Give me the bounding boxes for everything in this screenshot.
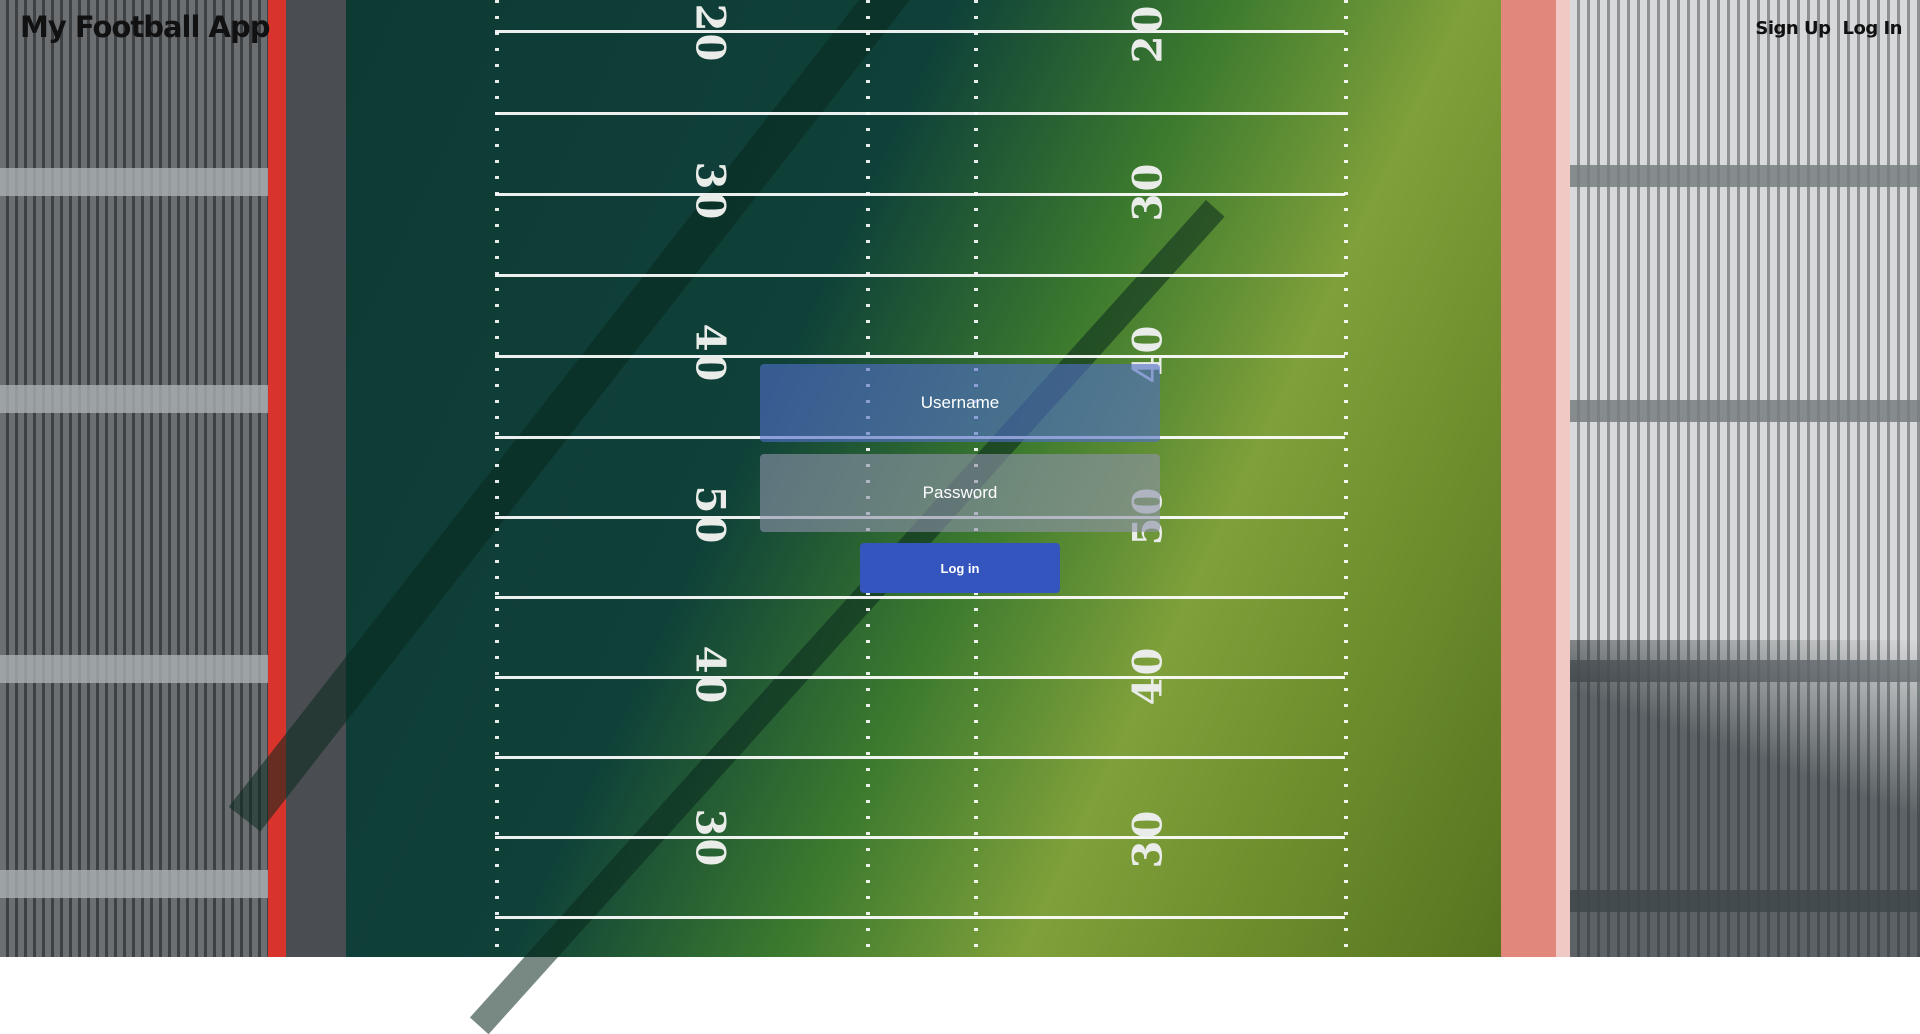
password-input[interactable] <box>760 454 1160 532</box>
bleacher-aisle <box>0 168 270 196</box>
yard-number-left: 40 <box>686 323 734 384</box>
sideline-hash-left <box>495 0 499 957</box>
username-input[interactable] <box>760 364 1160 442</box>
yard-number-left: 50 <box>686 485 734 546</box>
sign-up-link[interactable]: Sign Up <box>1755 18 1831 39</box>
yard-line <box>495 193 1345 196</box>
bleacher-aisle <box>0 385 270 413</box>
sideline-hash-right <box>1344 0 1348 957</box>
field-shadow <box>469 200 1225 1034</box>
yard-line <box>495 112 1345 115</box>
bleacher-aisle <box>0 655 270 683</box>
yard-number-right: 40 <box>1124 645 1172 706</box>
right-sideline-wall <box>1556 0 1570 957</box>
yard-number-left: 30 <box>686 808 734 869</box>
yard-number-right: 30 <box>1124 161 1172 222</box>
log-in-link[interactable]: Log In <box>1843 18 1903 39</box>
top-nav: Sign Up Log In <box>1755 18 1902 39</box>
yard-line <box>495 836 1345 839</box>
yard-number-left: 40 <box>686 645 734 706</box>
left-bleachers <box>0 0 270 957</box>
right-bleachers <box>1570 0 1920 957</box>
right-sideline <box>1501 0 1556 957</box>
app-title: My Football App <box>20 10 270 44</box>
yard-number-right: 30 <box>1124 808 1172 869</box>
yard-number-left: 20 <box>686 3 734 64</box>
left-walkway <box>286 0 346 957</box>
yard-number-left: 30 <box>686 161 734 222</box>
bleacher-aisle <box>1570 165 1920 187</box>
yard-line <box>495 756 1345 759</box>
login-button[interactable]: Log in <box>860 543 1060 593</box>
yard-line <box>495 676 1345 679</box>
yard-line <box>495 596 1345 599</box>
yard-line <box>495 916 1345 919</box>
bleacher-shadow <box>1570 640 1920 957</box>
login-form: Log in <box>760 364 1160 593</box>
bleacher-aisle <box>0 870 270 898</box>
yard-line <box>495 30 1345 33</box>
yard-line <box>495 355 1345 358</box>
bleacher-aisle <box>1570 400 1920 422</box>
yard-line <box>495 274 1345 277</box>
yard-number-right: 20 <box>1124 3 1172 64</box>
